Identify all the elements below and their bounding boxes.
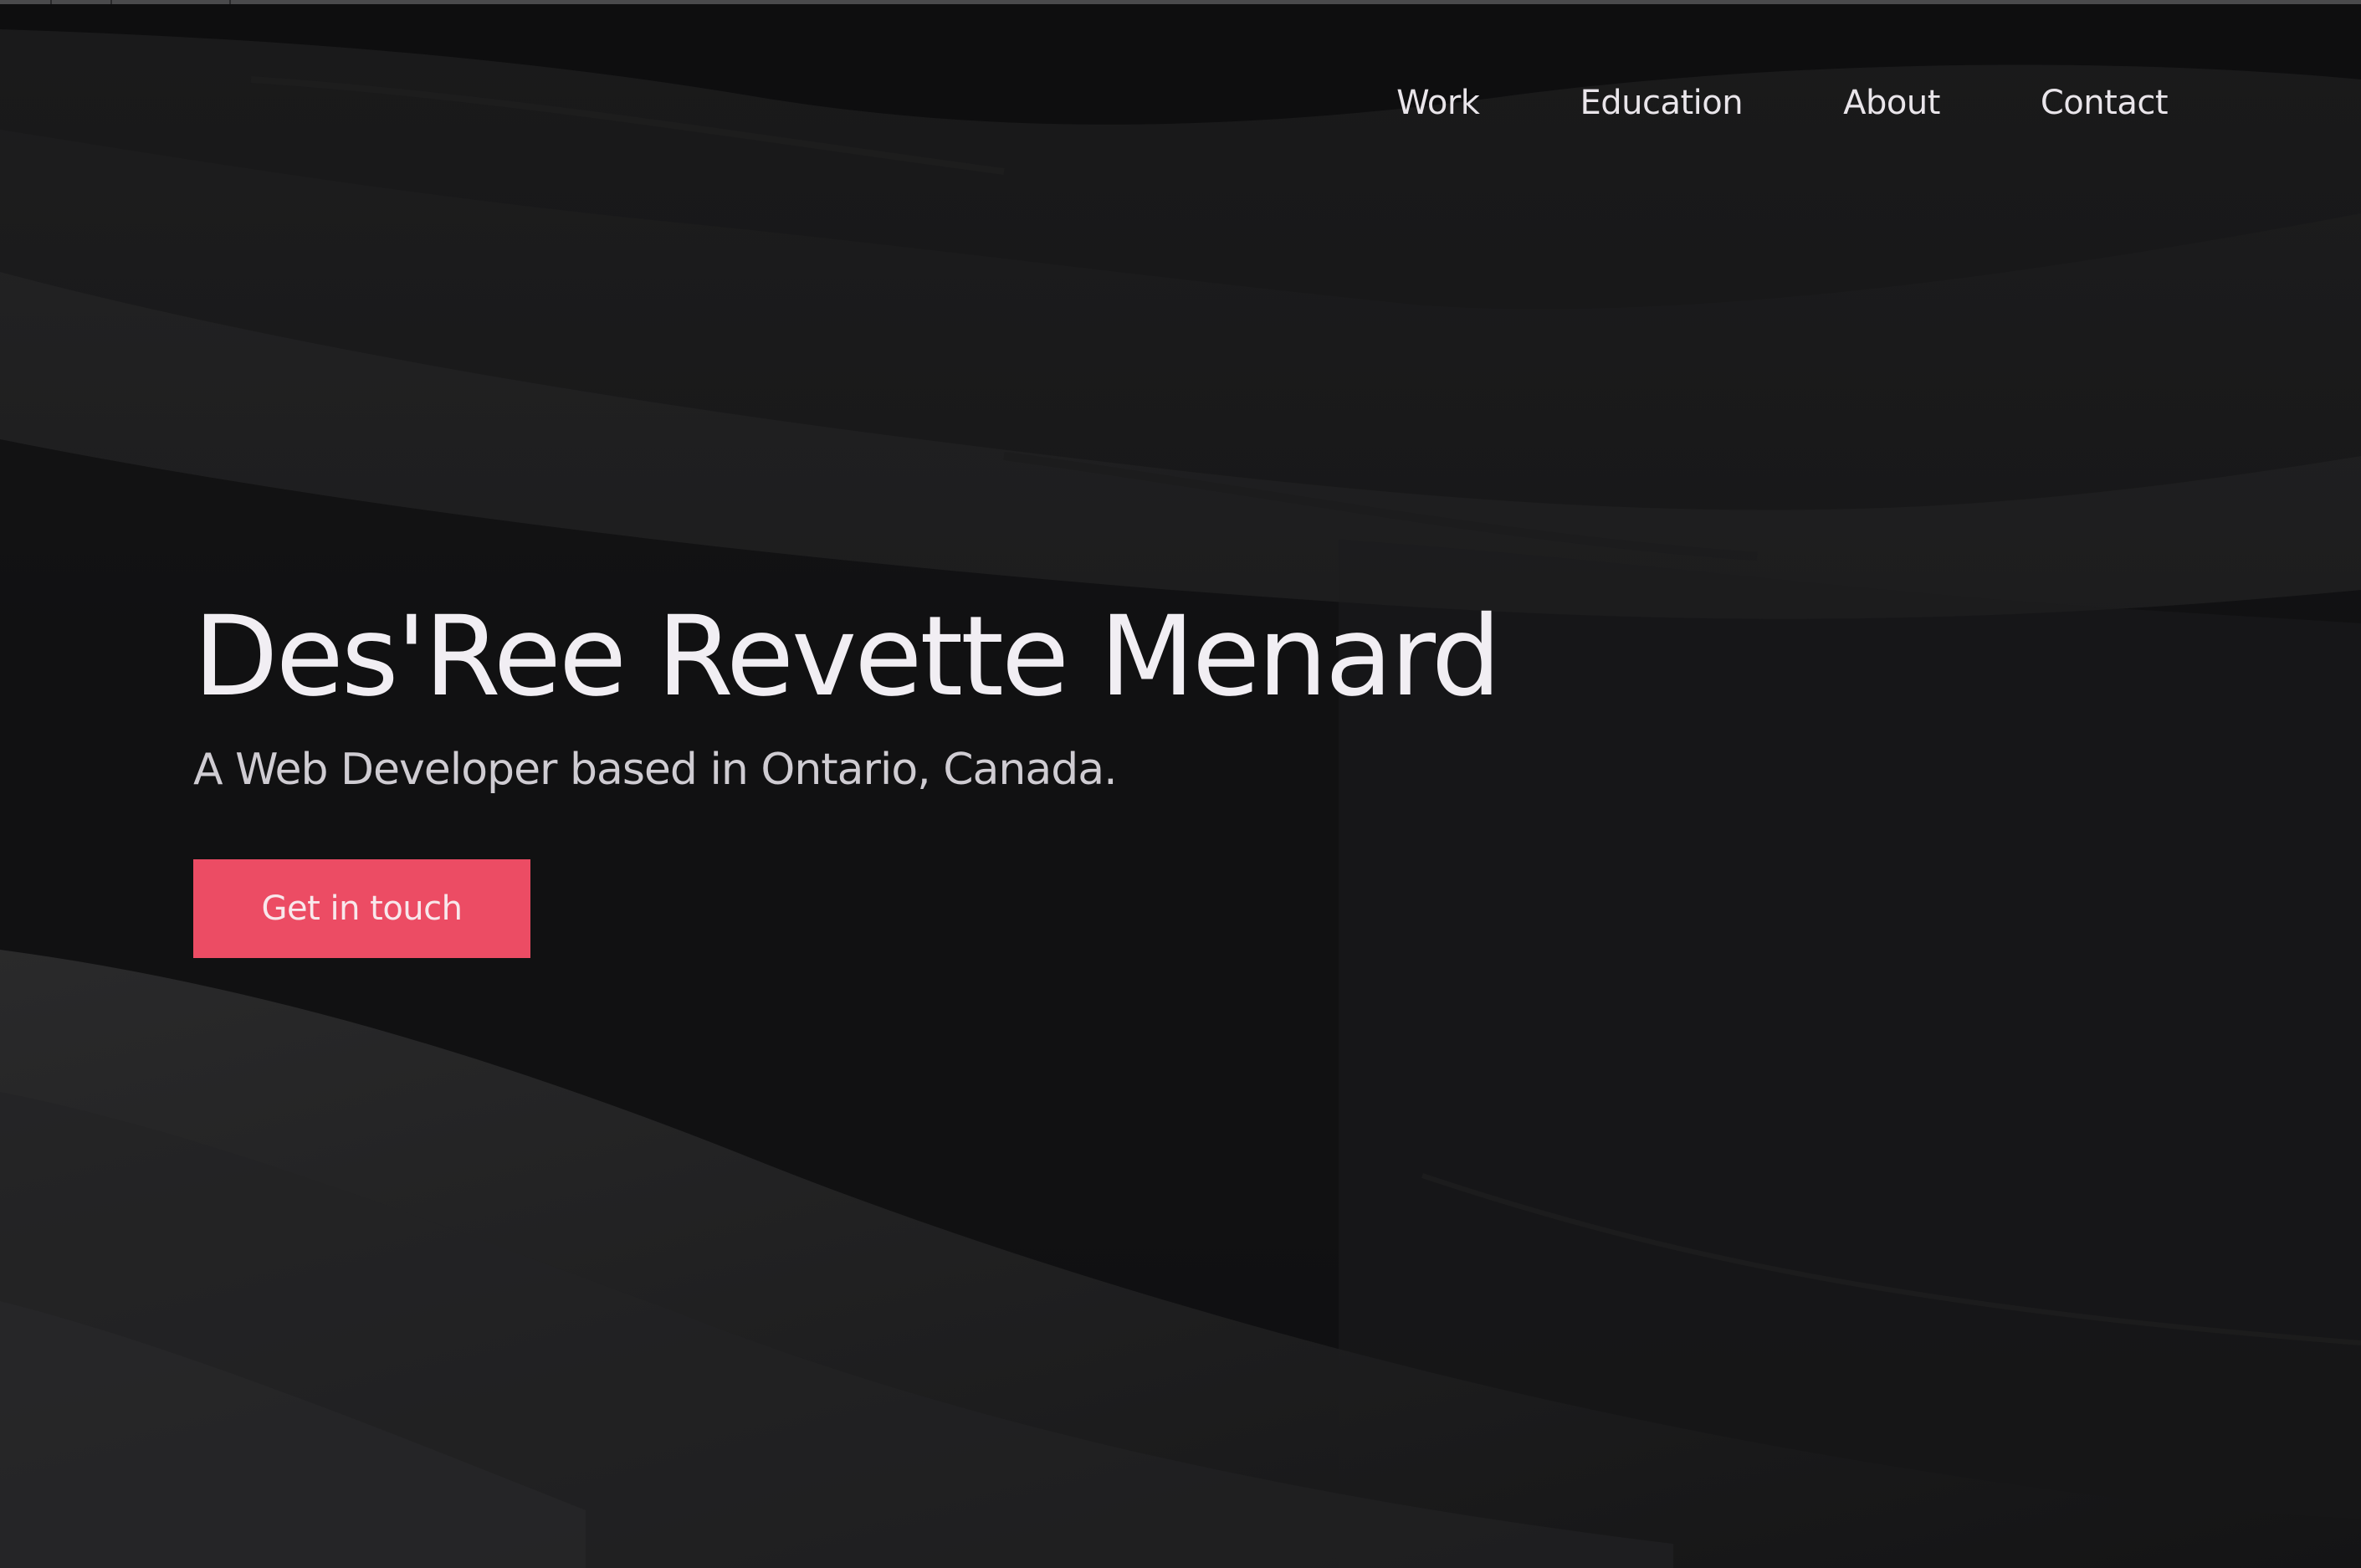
nav-link-work[interactable]: Work	[1396, 84, 1480, 122]
hero-subtitle: A Web Developer based in Ontario, Canada…	[193, 745, 1118, 795]
nav-link-education[interactable]: Education	[1580, 84, 1743, 122]
get-in-touch-button[interactable]: Get in touch	[193, 859, 530, 958]
hero-title: Des'Ree Revette Menard	[193, 592, 1501, 721]
nav-link-about[interactable]: About	[1843, 84, 1940, 122]
main-navigation: Work Education About Contact	[1296, 84, 2168, 122]
nav-link-contact[interactable]: Contact	[2041, 84, 2169, 122]
hero-content: Des'Ree Revette Menard A Web Developer b…	[193, 590, 1501, 958]
hero-section: Work Education About Contact Des'Ree Rev…	[0, 4, 2361, 1568]
